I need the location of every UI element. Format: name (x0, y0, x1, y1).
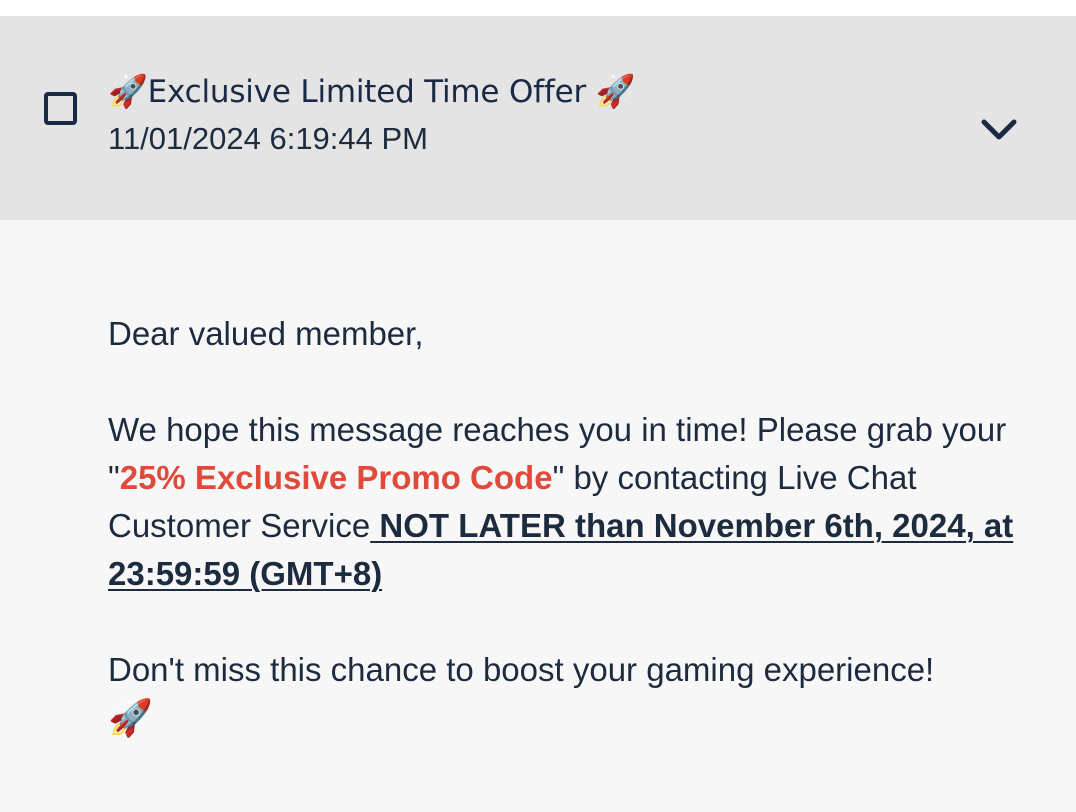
greeting-text: Dear valued member, (108, 315, 424, 352)
message-header[interactable]: 🚀Exclusive Limited Time Offer 🚀 11/01/20… (0, 16, 1076, 220)
select-checkbox[interactable] (44, 92, 77, 125)
offer-paragraph: We hope this message reaches you in time… (108, 406, 1040, 598)
top-strip (0, 0, 1076, 16)
message-datetime: 11/01/2024 6:19:44 PM (108, 121, 429, 156)
message-body: Dear valued member, We hope this message… (0, 220, 1076, 742)
rocket-icon: 🚀 (595, 72, 636, 110)
message-title-text: Exclusive Limited Time Offer (147, 74, 587, 110)
message-title: 🚀Exclusive Limited Time Offer 🚀 (108, 72, 636, 110)
rocket-icon: 🚀 (108, 697, 153, 738)
chevron-down-icon[interactable] (978, 112, 1020, 148)
closing-paragraph: Don't miss this chance to boost your gam… (108, 646, 1040, 742)
promo-code-text: 25% Exclusive Promo Code (119, 459, 553, 496)
closing-text: Don't miss this chance to boost your gam… (108, 651, 935, 688)
rocket-icon: 🚀 (108, 72, 148, 110)
